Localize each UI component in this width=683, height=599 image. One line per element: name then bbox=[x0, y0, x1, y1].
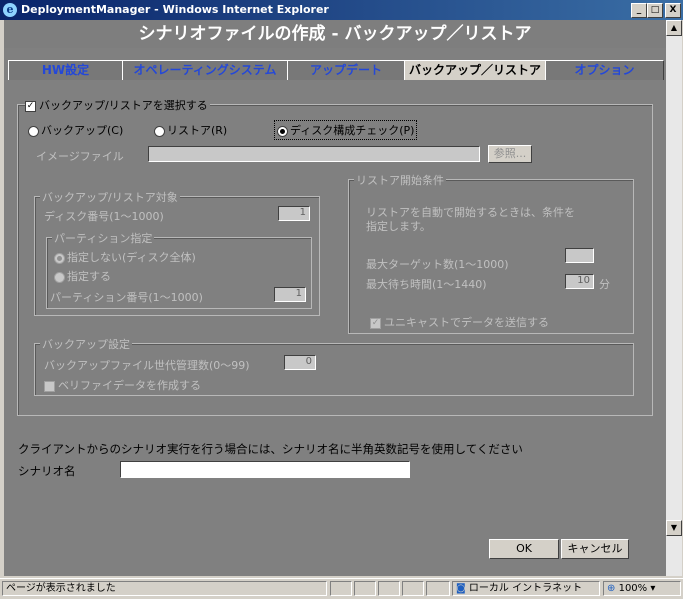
radio-restore[interactable]: リストア(R) bbox=[154, 122, 227, 138]
tab-operating-system[interactable]: オペレーティングシステム bbox=[122, 60, 288, 80]
tab-hw-settings[interactable]: HW設定 bbox=[8, 60, 123, 80]
radio-restore-label: リストア(R) bbox=[167, 124, 228, 137]
vertical-scrollbar[interactable]: ▲ ▼ bbox=[666, 20, 682, 576]
cancel-button[interactable]: キャンセル bbox=[561, 539, 629, 559]
status-pane-3 bbox=[378, 581, 400, 596]
ok-button[interactable]: OK bbox=[489, 539, 559, 559]
page-title: シナリオファイルの作成 - バックアップ／リストア bbox=[4, 20, 666, 48]
window-title: DeploymentManager - Windows Internet Exp… bbox=[21, 3, 329, 16]
partition-number-label: パーティション番号(1～1000) bbox=[50, 291, 203, 304]
disk-number-input[interactable]: 1 bbox=[278, 206, 310, 221]
restore-start-description-2: 指定します。 bbox=[366, 220, 431, 233]
image-file-label: イメージファイル bbox=[36, 150, 124, 163]
target-legend: バックアップ/リストア対象 bbox=[40, 189, 180, 205]
generations-label: バックアップファイル世代管理数(0～99) bbox=[44, 359, 250, 372]
max-wait-input[interactable]: 10 bbox=[565, 274, 594, 289]
max-targets-label: 最大ターゲット数(1～1000) bbox=[366, 258, 509, 271]
partition-all-option[interactable]: 指定しない(ディスク全体) bbox=[54, 249, 196, 265]
max-wait-unit: 分 bbox=[599, 278, 610, 291]
radio-backup[interactable]: バックアップ(C) bbox=[28, 122, 123, 138]
select-checkbox-label: バックアップ/リストアを選択する bbox=[39, 99, 208, 112]
max-wait-label: 最大待ち時間(1～1440) bbox=[366, 278, 487, 291]
radio-disk-check[interactable]: ディスク構成チェック(P) bbox=[274, 120, 418, 140]
partition-specify-option[interactable]: 指定する bbox=[54, 268, 111, 284]
scenario-name-input[interactable] bbox=[120, 461, 410, 478]
tab-option[interactable]: オプション bbox=[545, 60, 664, 80]
partition-number-input[interactable]: 1 bbox=[274, 287, 306, 302]
status-text: ページが表示されました bbox=[2, 581, 327, 596]
scroll-up-icon[interactable]: ▲ bbox=[666, 20, 682, 36]
partition-specify-radio-icon[interactable] bbox=[54, 271, 65, 283]
status-bar: ページが表示されました ◙ ローカル イントラネット ⊕ 100% ▾ bbox=[0, 578, 683, 599]
minimize-button[interactable]: _ bbox=[631, 3, 647, 18]
intranet-icon: ◙ bbox=[456, 583, 469, 594]
zoom-icon: ⊕ bbox=[607, 583, 616, 594]
disk-number-label: ディスク番号(1～1000) bbox=[44, 210, 164, 223]
status-pane-5 bbox=[426, 581, 450, 596]
partition-all-label: 指定しない(ディスク全体) bbox=[67, 251, 196, 264]
maximize-button[interactable]: □ bbox=[647, 3, 663, 18]
radio-restore-icon[interactable] bbox=[154, 125, 165, 137]
select-checkbox[interactable]: ✓ bbox=[25, 100, 36, 112]
verify-option[interactable]: ベリファイデータを作成する bbox=[44, 377, 201, 393]
window-titlebar: e DeploymentManager - Windows Internet E… bbox=[0, 0, 683, 20]
partition-all-radio-icon[interactable] bbox=[54, 252, 65, 264]
tab-bar: HW設定 オペレーティングシステム アップデート バックアップ／リストア オプシ… bbox=[8, 60, 664, 80]
unicast-label: ユニキャストでデータを送信する bbox=[384, 316, 549, 329]
radio-disk-check-label: ディスク構成チェック(P) bbox=[290, 124, 415, 137]
close-button[interactable]: X bbox=[665, 3, 681, 18]
unicast-option[interactable]: ✓ ユニキャストでデータを送信する bbox=[370, 314, 549, 330]
scenario-name-label: シナリオ名 bbox=[18, 464, 76, 478]
unicast-checkbox[interactable]: ✓ bbox=[370, 317, 381, 329]
verify-checkbox[interactable] bbox=[44, 380, 55, 392]
scroll-down-icon[interactable]: ▼ bbox=[666, 520, 682, 536]
restore-start-legend: リストア開始条件 bbox=[354, 172, 446, 188]
tab-backup-restore[interactable]: バックアップ／リストア bbox=[404, 60, 546, 80]
radio-disk-check-icon[interactable] bbox=[277, 125, 288, 137]
partition-specify-label: 指定する bbox=[67, 270, 111, 283]
backup-restore-panel: ✓ バックアップ/リストアを選択する バックアップ(C) リストア(R) ディスク… bbox=[8, 80, 662, 576]
status-pane-4 bbox=[402, 581, 424, 596]
verify-label: ベリファイデータを作成する bbox=[58, 379, 201, 392]
status-pane-2 bbox=[354, 581, 376, 596]
scenario-note: クライアントからのシナリオ実行を行う場合には、シナリオ名に半角英数記号を使用して… bbox=[18, 442, 523, 456]
generations-input[interactable]: 0 bbox=[284, 355, 316, 370]
security-zone-label: ローカル イントラネット bbox=[468, 583, 583, 594]
radio-backup-icon[interactable] bbox=[28, 125, 39, 137]
radio-backup-label: バックアップ(C) bbox=[41, 124, 124, 137]
zoom-control[interactable]: ⊕ 100% ▾ bbox=[603, 581, 681, 596]
backup-settings-legend: バックアップ設定 bbox=[40, 336, 132, 352]
ie-icon: e bbox=[3, 3, 17, 17]
browse-button[interactable]: 参照... bbox=[488, 145, 532, 163]
image-file-input[interactable] bbox=[148, 146, 480, 162]
status-pane-1 bbox=[330, 581, 352, 596]
security-zone: ◙ ローカル イントラネット bbox=[452, 581, 600, 596]
chevron-down-icon[interactable]: ▾ bbox=[650, 583, 655, 594]
max-targets-input[interactable] bbox=[565, 248, 594, 263]
partition-legend: パーティション指定 bbox=[52, 230, 155, 246]
select-backup-restore[interactable]: ✓ バックアップ/リストアを選択する bbox=[25, 97, 210, 113]
zoom-level: 100% bbox=[618, 583, 648, 594]
tab-update[interactable]: アップデート bbox=[287, 60, 405, 80]
